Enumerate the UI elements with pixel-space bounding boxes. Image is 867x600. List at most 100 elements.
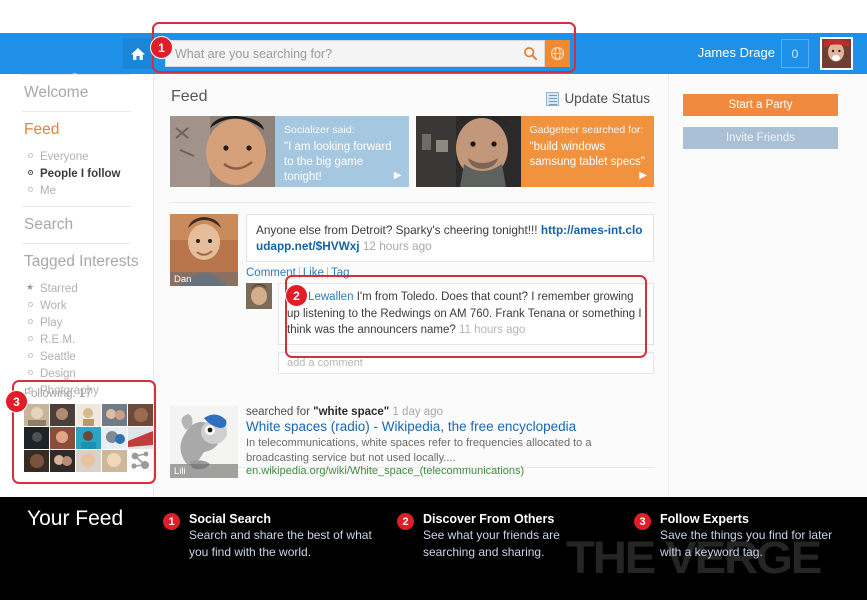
following-avatar[interactable] — [102, 427, 127, 449]
sidebar-item-label: Seattle — [40, 351, 76, 363]
search-scope-globe-button[interactable] — [545, 40, 570, 67]
promo-cards-row: Socializer said: "I am looking forward t… — [170, 116, 654, 187]
following-avatar[interactable] — [24, 427, 49, 449]
sidebar-item-label: Design — [40, 368, 76, 380]
post-author-tag: Dan — [170, 272, 238, 286]
result-title-link[interactable]: White spaces (radio) - Wikipedia, the fr… — [246, 418, 654, 436]
footer-badge-3: 3 — [634, 513, 651, 530]
following-avatar[interactable] — [76, 404, 101, 426]
promo-card-gadgeteer[interactable]: Gadgeteer searched for: "build windows s… — [416, 116, 655, 187]
promo-image — [170, 116, 275, 187]
following-more-icon[interactable] — [128, 450, 153, 472]
following-avatar[interactable] — [24, 404, 49, 426]
promo-card-socializer[interactable]: Socializer said: "I am looking forward t… — [170, 116, 409, 187]
search-bar[interactable] — [165, 40, 545, 67]
sidebar-item-label: Play — [40, 317, 62, 329]
feed-search-result-post: Lili searched for "white space" 1 day ag… — [170, 406, 654, 477]
following-avatar[interactable] — [76, 427, 101, 449]
sidebar-tag-design[interactable]: Design — [0, 365, 153, 382]
following-panel: Following: 17 — [16, 382, 152, 482]
star-icon: ★ — [26, 282, 34, 293]
page-title: Feed — [171, 88, 207, 106]
socl-app-screenshot: socl James Drage 0 — [0, 0, 867, 600]
result-avatar[interactable]: Lili — [170, 406, 238, 478]
comment-card: Jim Lewallen I'm from Toledo. Does that … — [278, 283, 654, 345]
sidebar-tag-seattle[interactable]: Seattle — [0, 348, 153, 365]
invite-friends-button[interactable]: Invite Friends — [683, 127, 838, 149]
annotation-badge-1: 1 — [150, 36, 173, 59]
main-feed-column: Feed Update Status — [153, 74, 669, 497]
top-white-strip — [0, 0, 867, 33]
post-text: Anyone else from Detroit? Sparky's cheer… — [256, 223, 538, 237]
user-name[interactable]: James Drage — [698, 45, 775, 60]
footer-item-title: Follow Experts — [660, 511, 849, 527]
result-description: In telecommunications, white spaces refe… — [246, 436, 654, 465]
like-button[interactable]: Like — [303, 267, 324, 279]
home-icon — [130, 46, 146, 62]
following-avatar[interactable] — [128, 427, 153, 449]
sidebar-tag-starred[interactable]: ★ Starred — [0, 280, 153, 297]
following-avatar[interactable] — [50, 404, 75, 426]
sidebar-item-label: People I follow — [40, 168, 121, 180]
sidebar-item-label: Starred — [40, 283, 78, 295]
avatar[interactable] — [820, 37, 853, 70]
search-icon[interactable] — [516, 41, 544, 66]
promo-kicker: Gadgeteer searched for: — [530, 123, 646, 138]
sidebar-tag-work[interactable]: Work — [0, 297, 153, 314]
post-actions: Comment|Like|Tag — [246, 267, 654, 279]
sidebar-item-people-i-follow[interactable]: People I follow — [0, 165, 153, 182]
following-avatar[interactable] — [102, 450, 127, 472]
annotation-badge-3: 3 — [5, 390, 28, 413]
update-status-button[interactable]: Update Status — [546, 91, 650, 106]
sidebar-item-label: Work — [40, 300, 67, 312]
post-avatar[interactable]: Dan — [170, 214, 238, 286]
radio-icon — [28, 353, 33, 358]
play-arrow-icon[interactable]: ▶ — [394, 168, 402, 183]
sidebar-heading-feed[interactable]: Feed — [0, 112, 153, 148]
notification-count[interactable]: 0 — [781, 39, 809, 68]
footer-item-desc: Search and share the best of what you fi… — [189, 527, 373, 560]
sidebar-heading-tagged-interests: Tagged Interests — [0, 244, 153, 280]
footer-item-desc: Save the things you find for later with … — [660, 527, 849, 560]
right-sidebar: Start a Party Invite Friends — [669, 74, 867, 497]
following-avatar[interactable] — [24, 450, 49, 472]
following-avatar[interactable] — [76, 450, 101, 472]
sidebar-item-label: R.E.M. — [40, 334, 75, 346]
comment-timestamp: 11 hours ago — [459, 324, 525, 336]
sidebar-heading-search[interactable]: Search — [0, 207, 153, 243]
radio-icon — [28, 336, 33, 341]
footer-title: Your Feed — [27, 507, 123, 531]
footer-badge-1: 1 — [163, 513, 180, 530]
sidebar-item-everyone[interactable]: Everyone — [0, 148, 153, 165]
sidebar-item-welcome[interactable]: Welcome — [0, 75, 153, 111]
tag-button[interactable]: Tag — [331, 267, 350, 279]
following-avatar[interactable] — [50, 450, 75, 472]
radio-icon — [28, 319, 33, 324]
feed-post: Dan Anyone else from Detroit? Sparky's c… — [170, 214, 654, 374]
footer-item-desc: See what your friends are searching and … — [423, 527, 602, 560]
radio-selected-icon — [28, 170, 33, 175]
sidebar-item-me[interactable]: Me — [0, 182, 153, 199]
post-text-card: Anyone else from Detroit? Sparky's cheer… — [246, 214, 654, 262]
sidebar-tag-play[interactable]: Play — [0, 314, 153, 331]
post-timestamp: 12 hours ago — [363, 239, 432, 253]
result-timestamp: 1 day ago — [392, 406, 443, 418]
search-input[interactable] — [166, 46, 516, 62]
comment-avatar[interactable] — [246, 283, 272, 309]
start-a-party-button[interactable]: Start a Party — [683, 94, 838, 116]
result-url[interactable]: en.wikipedia.org/wiki/White_space_(telec… — [246, 465, 654, 477]
following-avatar[interactable] — [102, 404, 127, 426]
play-arrow-icon[interactable]: ▶ — [639, 168, 647, 183]
following-avatar[interactable] — [50, 427, 75, 449]
comment-button[interactable]: Comment — [246, 267, 296, 279]
sidebar-tag-rem[interactable]: R.E.M. — [0, 331, 153, 348]
home-button[interactable] — [123, 38, 153, 69]
add-comment-input[interactable]: add a comment — [278, 352, 654, 374]
footer-item-2: 2 Discover From Others See what your fri… — [397, 511, 602, 560]
footer-legend-bar: THE VERGE Your Feed 1 Social Search Sear… — [0, 497, 867, 600]
result-query: "white space" — [313, 406, 389, 418]
footer-item-title: Social Search — [189, 511, 373, 527]
following-avatar[interactable] — [128, 404, 153, 426]
globe-icon — [550, 46, 565, 61]
footer-item-title: Discover From Others — [423, 511, 602, 527]
